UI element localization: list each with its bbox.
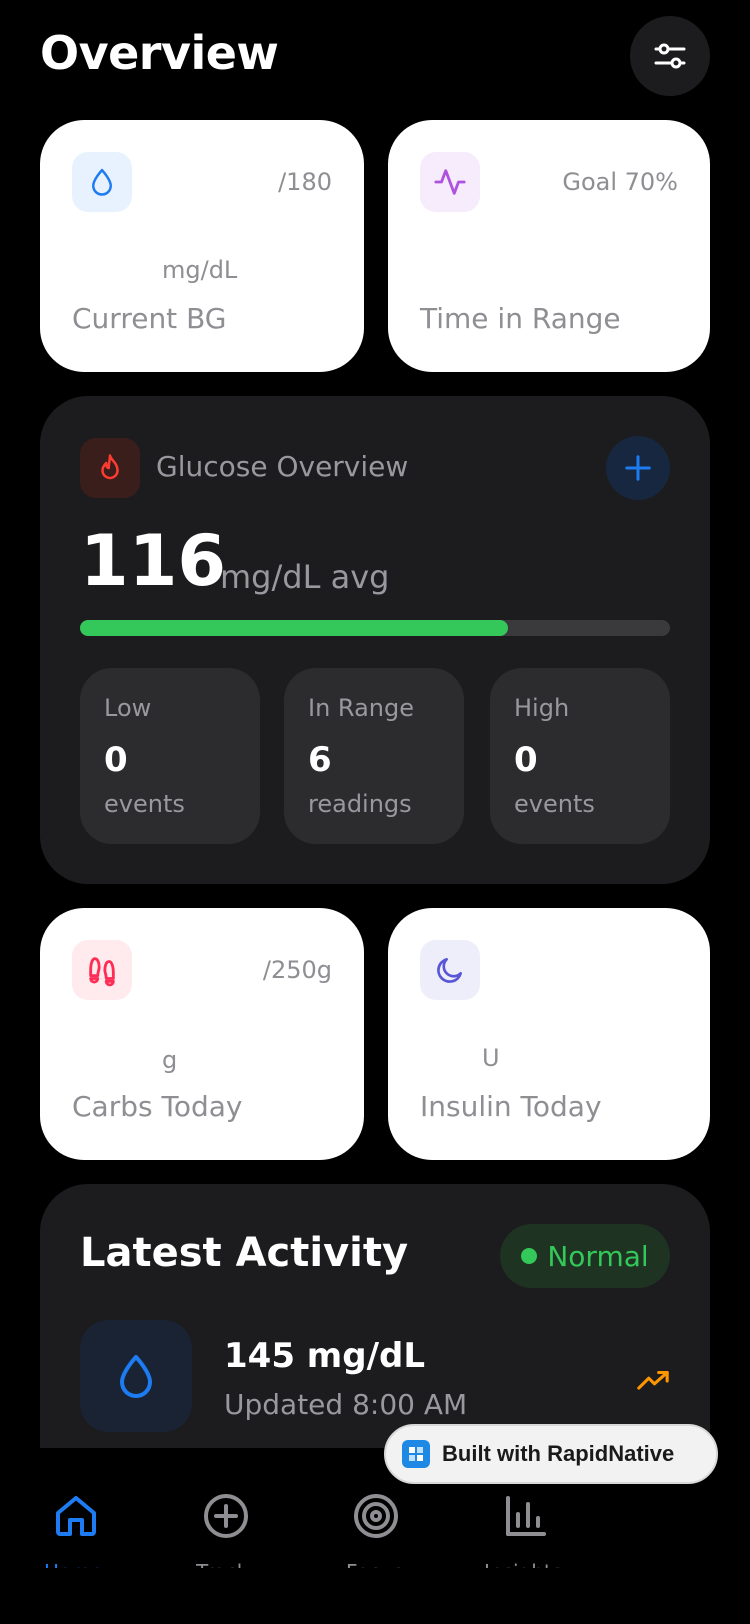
tab-track[interactable] — [196, 1486, 256, 1546]
latest-reading-time: Updated 8:00 AM — [224, 1388, 468, 1421]
stat-label: High — [514, 694, 570, 722]
stat-low: Low 0 events — [80, 668, 260, 844]
glucose-progress-bar — [80, 620, 670, 636]
stat-value: 0 — [514, 740, 538, 780]
status-badge-label: Normal — [547, 1239, 649, 1273]
insulin-unit: U — [482, 1044, 500, 1072]
water-drop-icon — [92, 168, 112, 196]
carbs-unit: g — [162, 1046, 178, 1074]
bg-unit: mg/dL — [162, 256, 238, 284]
stat-value: 0 — [104, 740, 128, 780]
carbs-card[interactable]: /250g g Carbs Today — [40, 908, 364, 1160]
flame-icon — [101, 454, 119, 480]
status-badge: Normal — [500, 1224, 670, 1288]
glucose-progress-fill — [80, 620, 509, 636]
water-drop-icon — [120, 1355, 152, 1398]
stat-unit: events — [514, 790, 595, 818]
carbs-goal: /250g — [262, 956, 332, 984]
tab-home[interactable] — [46, 1486, 106, 1546]
tab-insights[interactable] — [496, 1486, 556, 1546]
page-title: Overview — [40, 26, 279, 80]
sliders-icon — [654, 43, 686, 69]
tir-goal: Goal 70% — [562, 168, 678, 196]
tab-insights-label: Insights — [484, 1556, 562, 1568]
glucose-average-unit: mg/dL avg — [220, 558, 390, 596]
pulse-icon-box — [420, 152, 480, 212]
status-dot — [521, 1248, 538, 1264]
latest-activity-card: Latest Activity Normal 145 mg/dL Updated… — [40, 1184, 710, 1448]
add-reading-button[interactable] — [606, 436, 670, 500]
bar-chart-icon — [506, 1496, 546, 1536]
carbs-label: Carbs Today — [72, 1090, 243, 1123]
glucose-overview-card: Glucose Overview 116 mg/dL avg Low 0 eve… — [40, 396, 710, 884]
footprints-icon-box — [72, 940, 132, 1000]
tab-focus[interactable] — [346, 1486, 406, 1546]
latest-reading-value: 145 mg/dL — [224, 1336, 425, 1376]
activity-pulse-icon — [434, 169, 466, 195]
bg-label: Current BG — [72, 302, 227, 335]
current-bg-card[interactable]: /180 mg/dL Current BG — [40, 120, 364, 372]
target-icon — [354, 1494, 398, 1538]
glucose-average-value: 116 — [80, 520, 227, 602]
footprints-icon — [89, 957, 115, 987]
stat-unit: readings — [308, 790, 412, 818]
tab-home-label: Home — [44, 1556, 103, 1568]
stat-value: 6 — [308, 740, 332, 780]
plus-icon — [625, 455, 651, 481]
drop-icon-box — [72, 152, 132, 212]
moon-icon-box — [420, 940, 480, 1000]
stat-unit: events — [104, 790, 185, 818]
moon-icon — [437, 958, 462, 983]
stat-high: High 0 events — [490, 668, 670, 844]
tab-focus-label: Focus — [346, 1556, 403, 1568]
flame-icon-box — [80, 438, 140, 498]
plus-circle-icon — [204, 1494, 248, 1538]
tab-track-label: Track — [196, 1556, 248, 1568]
bg-goal: /180 — [278, 168, 332, 196]
stat-in-range: In Range 6 readings — [284, 668, 464, 844]
built-with-label: Built with RapidNative — [442, 1441, 675, 1466]
insulin-card[interactable]: U Insulin Today — [388, 908, 710, 1160]
stat-label: In Range — [308, 694, 414, 722]
tir-label: Time in Range — [420, 302, 621, 335]
trending-up-icon — [637, 1370, 669, 1390]
home-icon — [56, 1496, 96, 1536]
stat-label: Low — [104, 694, 152, 722]
rapidnative-logo-icon — [402, 1440, 430, 1468]
built-with-badge[interactable]: Built with RapidNative — [384, 1424, 718, 1484]
glucose-overview-title: Glucose Overview — [156, 450, 409, 483]
filter-button[interactable] — [630, 16, 710, 96]
latest-activity-title: Latest Activity — [80, 1230, 409, 1276]
insulin-label: Insulin Today — [420, 1090, 602, 1123]
activity-drop-icon-box — [80, 1320, 192, 1432]
time-in-range-card[interactable]: Goal 70% Time in Range — [388, 120, 710, 372]
